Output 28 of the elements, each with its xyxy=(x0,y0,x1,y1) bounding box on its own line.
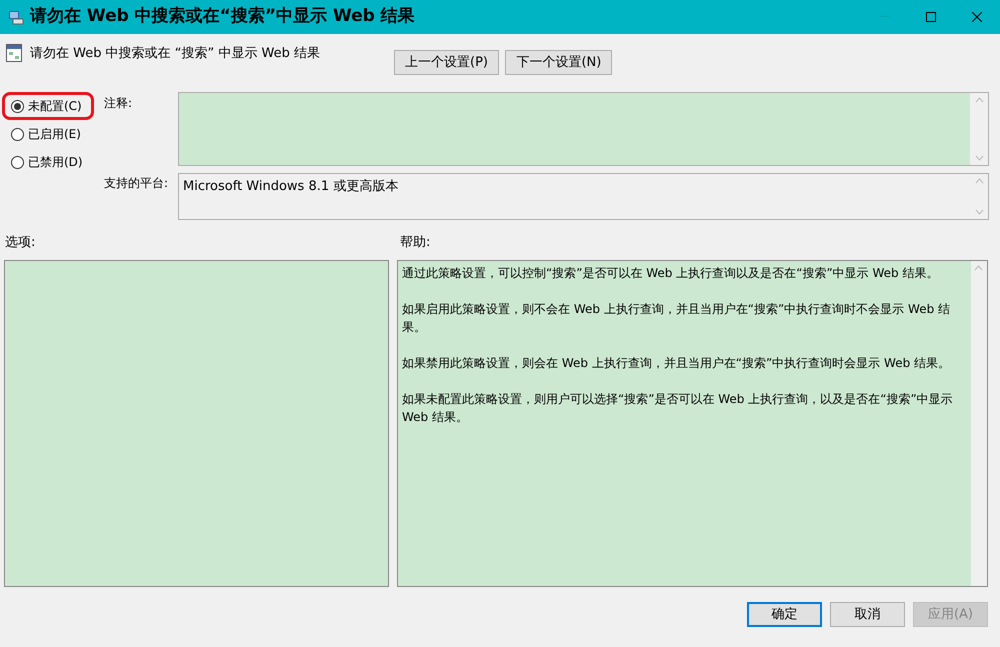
radio-option[interactable]: 已禁用(D) xyxy=(2,148,94,176)
setting-name: 请勿在 Web 中搜索或在 “搜索” 中显示 Web 结果 xyxy=(30,45,321,63)
comment-label: 注释: xyxy=(104,95,134,112)
dialog-button[interactable]: 取消 xyxy=(830,602,905,627)
help-label: 帮助: xyxy=(400,234,430,252)
scroll-up-icon[interactable] xyxy=(974,265,984,271)
scroll-up-icon[interactable] xyxy=(974,178,984,184)
scroll-down-icon[interactable] xyxy=(974,155,984,161)
scroll-down-icon[interactable] xyxy=(974,208,984,214)
radio-option[interactable]: 已启用(E) xyxy=(2,120,94,148)
policy-icon xyxy=(6,44,22,62)
help-paragraph: 通过此策略设置，可以控制“搜索”是否可以在 Web 上执行查询以及是否在“搜索”中显示 Web 结果。 xyxy=(402,265,940,282)
help-paragraph: 如果未配置此策略设置，则用户可以选择“搜索”是否可以在 Web 上执行查询，以及是否在“搜索”中显示 Web 结果。 xyxy=(402,391,954,426)
help-paragraph: 如果启用此策略设置，则不会在 Web 上执行查询，并且当用户在“搜索”中执行查询时不会显示 Web 结果。 xyxy=(402,301,952,336)
platform-label: 支持的平台: xyxy=(104,175,170,192)
app-icon xyxy=(8,9,24,25)
nav-button[interactable]: 下一个设置(N) xyxy=(505,50,612,75)
scroll-up-icon[interactable] xyxy=(974,97,984,103)
maximize-icon xyxy=(926,12,936,22)
close-icon xyxy=(972,12,982,22)
options-label: 选项: xyxy=(5,234,36,252)
dialog-button[interactable]: 确定 xyxy=(747,602,822,627)
help-paragraph: 如果禁用此策略设置，则会在 Web 上执行查询，并且当用户在“搜索”中执行查询时会显示 Web 结果。 xyxy=(402,355,952,372)
platform-value: Microsoft Windows 8.1 或更高版本 xyxy=(183,178,398,194)
radio-option[interactable]: 未配置(C) xyxy=(2,92,94,120)
comment-field[interactable] xyxy=(178,92,989,166)
nav-button[interactable]: 上一个设置(P) xyxy=(394,50,499,75)
window-title: 请勿在 Web 中搜索或在“搜索”中显示 Web 结果 xyxy=(30,5,416,28)
